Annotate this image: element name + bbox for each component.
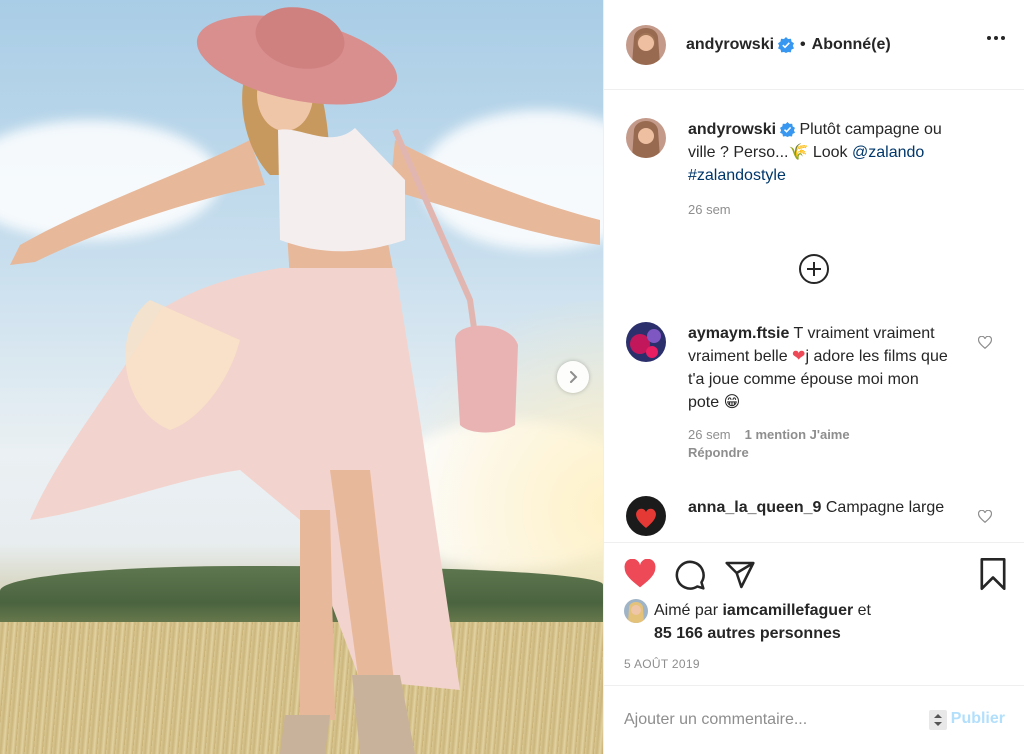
- wheat-emoji-icon: 🌾: [788, 144, 809, 161]
- next-photo-button[interactable]: [557, 361, 589, 393]
- heart-filled-icon[interactable]: [624, 559, 656, 589]
- comment-time[interactable]: 26 sem: [688, 427, 731, 442]
- add-comment-bar: Publier: [604, 686, 1024, 754]
- verified-badge-icon: [780, 122, 796, 137]
- comment-icon[interactable]: [674, 559, 706, 591]
- comment-like-heart-icon[interactable]: [978, 510, 992, 524]
- caption-look-text: Look: [808, 144, 852, 161]
- comment-like-heart-icon[interactable]: [978, 336, 992, 350]
- chevron-right-icon: [570, 371, 578, 383]
- comment-body: aymaym.ftsie T vraiment vraiment vraimen…: [688, 322, 953, 462]
- hashtag-link[interactable]: #zalandostyle: [688, 164, 953, 187]
- comment-username[interactable]: anna_la_queen_9: [688, 499, 821, 516]
- likes-connector: et: [853, 602, 871, 619]
- caption-body: andyrowski Plutôt campagne ou ville ? Pe…: [688, 118, 953, 219]
- avatar[interactable]: [626, 24, 666, 65]
- comment-username[interactable]: aymaym.ftsie: [688, 325, 789, 342]
- plus-circle-icon: [799, 254, 829, 284]
- comment-text: Campagne large: [825, 499, 945, 516]
- avatar[interactable]: [626, 496, 666, 536]
- likes-prefix: Aimé par: [654, 602, 723, 619]
- avatar-image: [626, 118, 666, 158]
- avatar[interactable]: [626, 322, 666, 362]
- verified-badge-icon: [778, 36, 795, 53]
- publish-button[interactable]: Publier: [951, 710, 1005, 728]
- woman-figure: [10, 7, 600, 754]
- post-header: andyrowski • Abonné(e): [604, 0, 1024, 90]
- avatar-image: [626, 24, 666, 65]
- post-photo[interactable]: [0, 0, 603, 754]
- bookmark-icon[interactable]: [979, 557, 1007, 591]
- load-more-comments-button[interactable]: [798, 253, 830, 285]
- more-options-icon[interactable]: [987, 36, 1005, 40]
- header-separator: •: [800, 35, 806, 53]
- caption-time[interactable]: 26 sem: [688, 201, 953, 219]
- likes-text: Aimé par iamcamillefaguer et 85 166 autr…: [654, 599, 871, 645]
- comment-meta: 26 sem 1 mention J'aime Répondre: [688, 426, 953, 462]
- avatar[interactable]: [624, 599, 648, 623]
- mention-link[interactable]: @zalando: [852, 144, 924, 161]
- follow-status-button[interactable]: Abonné(e): [812, 36, 891, 54]
- reply-button[interactable]: Répondre: [688, 444, 953, 462]
- post-date[interactable]: 5 AOÛT 2019: [624, 657, 700, 671]
- header-username[interactable]: andyrowski: [686, 36, 774, 54]
- avatar-image: [626, 322, 666, 362]
- avatar-image: [626, 496, 666, 536]
- comment-input[interactable]: [624, 711, 924, 729]
- caption: andyrowski Plutôt campagne ou ville ? Pe…: [626, 118, 1006, 219]
- grinning-emoji-icon: 😁: [723, 394, 741, 411]
- post-actions: Aimé par iamcamillefaguer et 85 166 autr…: [604, 542, 1024, 686]
- emoji-picker-icon[interactable]: [929, 710, 947, 730]
- comment-item: aymaym.ftsie T vraiment vraiment vraimen…: [626, 322, 1006, 462]
- share-icon[interactable]: [724, 559, 756, 591]
- likes-summary: Aimé par iamcamillefaguer et 85 166 autr…: [624, 599, 871, 645]
- first-liker-link[interactable]: iamcamillefaguer: [722, 602, 853, 619]
- post-details-panel: andyrowski • Abonné(e) andyrowski Plutôt…: [603, 0, 1024, 754]
- header-user: andyrowski • Abonné(e): [686, 36, 891, 54]
- comment-body: anna_la_queen_9 Campagne large: [688, 496, 953, 536]
- heart-emoji-icon: ❤: [792, 348, 806, 365]
- avatar[interactable]: [626, 118, 666, 158]
- comment-item: anna_la_queen_9 Campagne large: [626, 496, 1006, 536]
- avatar-image: [624, 599, 648, 623]
- caption-username[interactable]: andyrowski: [688, 121, 776, 138]
- others-likes-link[interactable]: 85 166 autres personnes: [654, 625, 841, 642]
- comment-likes-count[interactable]: 1 mention J'aime: [745, 427, 850, 442]
- comments-list[interactable]: andyrowski Plutôt campagne ou ville ? Pe…: [604, 90, 1024, 542]
